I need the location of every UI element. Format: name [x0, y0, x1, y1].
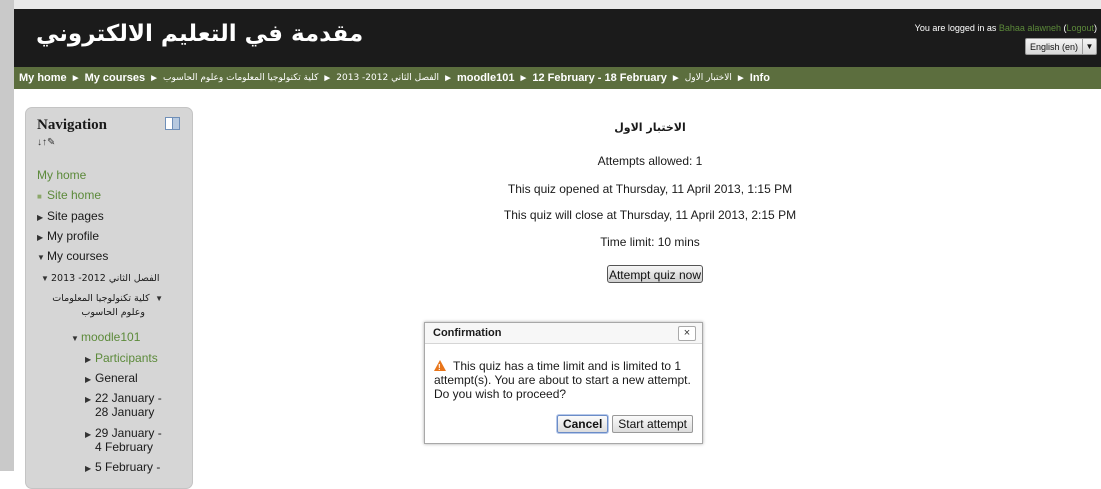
attempts-allowed: Attempts allowed: 1: [597, 154, 703, 168]
window-frame-left: [0, 0, 14, 471]
nav-site-pages-label: Site pages: [47, 209, 104, 223]
language-select[interactable]: English (en) ▼: [1024, 38, 1097, 55]
triangle-down-icon: ▼: [155, 294, 163, 303]
bullet-icon: ■: [37, 192, 42, 201]
quiz-open-time: This quiz opened at Thursday, 11 April 2…: [507, 182, 793, 196]
time-limit: Time limit: 10 mins: [600, 235, 700, 249]
dock-block-icon[interactable]: [165, 117, 180, 130]
quiz-title: الاختبار الاول: [614, 121, 686, 134]
navigation-title: Navigation: [37, 117, 108, 133]
page-header: مقدمة في التعليم الالكتروني You are logg…: [14, 9, 1101, 67]
breadcrumb-separator-icon: ►: [735, 72, 746, 84]
dialog-message: This quiz has a time limit and is limite…: [434, 359, 696, 401]
dialog-title: Confirmation: [433, 327, 502, 339]
language-value: English (en): [1029, 41, 1078, 52]
triangle-right-icon: ▶: [85, 430, 92, 439]
breadcrumb-quiz[interactable]: الاختبار الاول: [685, 73, 732, 83]
triangle-right-icon: ▶: [85, 395, 92, 404]
breadcrumb-my-courses[interactable]: My courses: [85, 72, 146, 84]
nav-week-3-line1: 5 February -: [95, 460, 161, 474]
triangle-right-icon: ▶: [85, 464, 92, 473]
breadcrumb-semester[interactable]: الفصل الثاني 2012- 2013: [336, 73, 439, 83]
triangle-down-icon: ▼: [71, 334, 79, 343]
breadcrumb-my-home[interactable]: My home: [19, 72, 67, 84]
nav-semester[interactable]: ▼ الفصل الثاني 2012- 2013: [41, 270, 160, 284]
breadcrumb: My home ► My courses ► كلية تكنولوجيا ال…: [14, 67, 1101, 89]
login-prefix: You are logged in as: [914, 23, 999, 33]
nav-semester-label: الفصل الثاني 2012- 2013: [51, 273, 160, 284]
triangle-down-icon: ▼: [41, 274, 49, 283]
breadcrumb-separator-icon: ►: [70, 72, 81, 84]
nav-participants[interactable]: ▶ Participants: [85, 351, 158, 365]
nav-site-home[interactable]: ■ Site home: [37, 188, 101, 202]
nav-my-courses[interactable]: ▼ My courses: [37, 249, 108, 263]
move-block-icon[interactable]: ↓↑✎: [37, 137, 55, 148]
dialog-buttons: Cancel Start attempt: [556, 415, 693, 433]
logout-link[interactable]: Logout: [1066, 23, 1094, 33]
nav-week-1[interactable]: ▶ 22 January -28 January: [85, 391, 162, 419]
triangle-right-icon: ▶: [85, 355, 92, 364]
breadcrumb-course[interactable]: moodle101: [457, 72, 514, 84]
breadcrumb-info: Info: [749, 72, 770, 84]
breadcrumb-separator-icon: ►: [518, 72, 529, 84]
breadcrumb-separator-icon: ►: [443, 72, 453, 84]
nav-faculty-line2: وعلوم الحاسوب: [81, 307, 145, 318]
start-attempt-button[interactable]: Start attempt: [612, 415, 693, 433]
nav-week-2[interactable]: ▶ 29 January -4 February: [85, 426, 162, 454]
login-info: You are logged in as Bahaa alawneh (Logo…: [914, 23, 1097, 33]
nav-week-3[interactable]: ▶ 5 February -: [85, 460, 160, 474]
nav-my-profile-label: My profile: [47, 229, 100, 243]
user-link[interactable]: Bahaa alawneh: [999, 23, 1061, 33]
breadcrumb-separator-icon: ►: [670, 72, 681, 84]
breadcrumb-week[interactable]: 12 February - 18 February: [532, 72, 667, 84]
nav-general-label: General: [95, 371, 138, 385]
nav-my-home[interactable]: My home: [37, 168, 86, 182]
nav-my-courses-label: My courses: [47, 249, 109, 263]
dialog-header: Confirmation ×: [425, 323, 702, 344]
nav-faculty-line1: كلية تكنولوجيا المعلومات: [52, 293, 150, 304]
breadcrumb-separator-icon: ►: [322, 72, 333, 84]
cancel-button[interactable]: Cancel: [556, 415, 609, 433]
triangle-right-icon: ▶: [85, 375, 92, 384]
breadcrumb-separator-icon: ►: [149, 72, 160, 84]
chevron-down-icon: ▼: [1082, 39, 1096, 54]
nav-my-profile[interactable]: ▶ My profile: [37, 229, 99, 243]
triangle-right-icon: ▶: [37, 213, 44, 222]
nav-faculty[interactable]: كلية تكنولوجيا المعلومات ▼ وعلوم الحاسوب: [43, 290, 163, 318]
triangle-down-icon: ▼: [37, 253, 45, 262]
navigation-block: Navigation ↓↑✎ My home ■ Site home ▶ Site …: [25, 107, 193, 489]
breadcrumb-faculty[interactable]: كلية تكنولوجيا المعلومات وعلوم الحاسوب: [163, 73, 318, 83]
dialog-message-text: This quiz has a time limit and is limite…: [434, 359, 691, 401]
triangle-right-icon: ▶: [37, 233, 44, 242]
confirmation-dialog: Confirmation × This quiz has a time limi…: [424, 322, 703, 444]
site-title[interactable]: مقدمة في التعليم الالكتروني: [36, 21, 363, 47]
nav-week-1-line2: 28 January: [95, 405, 155, 419]
attempt-quiz-button[interactable]: Attempt quiz now: [607, 265, 703, 283]
nav-general[interactable]: ▶ General: [85, 371, 138, 385]
nav-participants-label: Participants: [95, 351, 158, 365]
nav-week-2-line2: 4 February: [95, 440, 154, 454]
nav-week-2-line1: 29 January -: [95, 426, 162, 440]
warning-icon: [434, 360, 446, 375]
nav-week-1-line1: 22 January -: [95, 391, 162, 405]
close-icon[interactable]: ×: [678, 326, 696, 341]
nav-site-home-label: Site home: [47, 188, 102, 202]
nav-course-label: moodle101: [81, 330, 141, 344]
nav-course[interactable]: ▼ moodle101: [71, 330, 140, 344]
nav-site-pages[interactable]: ▶ Site pages: [37, 209, 104, 223]
quiz-close-time: This quiz will close at Thursday, 11 Apr…: [503, 208, 797, 222]
window-frame-top: [0, 0, 1101, 9]
